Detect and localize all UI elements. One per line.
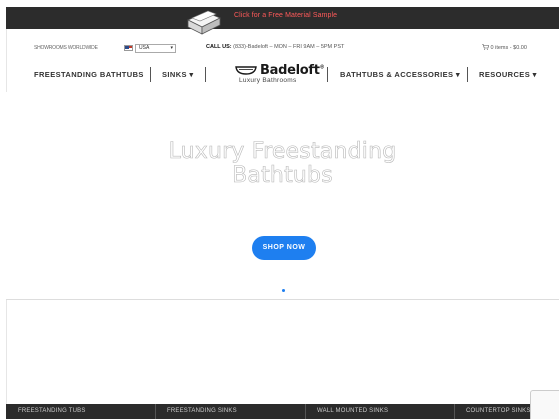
logo-registered: ® <box>319 64 325 71</box>
shop-now-button[interactable]: SHOP NOW <box>252 236 316 260</box>
nav-divider <box>467 67 468 82</box>
call-us-text: CALL US: (833)-Badeloft – MON – FRI 9AM … <box>206 44 344 50</box>
nav-divider <box>150 67 151 82</box>
nav-sinks[interactable]: SINKS ▾ <box>162 70 194 79</box>
recaptcha-badge[interactable] <box>530 390 559 419</box>
category-divider <box>305 404 306 419</box>
chevron-down-icon: ▾ <box>170 45 173 51</box>
showrooms-link[interactable]: SHOWROOMS WORLDWIDE <box>34 45 98 51</box>
call-us-label: CALL US: <box>206 44 232 50</box>
tub-logo-icon <box>235 66 257 75</box>
badeloft-logo[interactable]: Badeloft® Luxury Bathrooms <box>232 61 325 89</box>
nav-freestanding-bathtubs[interactable]: FREESTANDING BATHTUBS <box>34 70 144 79</box>
material-sample-icon <box>187 10 221 35</box>
nav-resources[interactable]: RESOURCES ▾ <box>479 70 537 79</box>
hero-title-line1: Luxury Freestanding <box>168 139 397 164</box>
category-bar: FREESTANDING TUBS FREESTANDING SINKS WAL… <box>6 404 559 419</box>
section-divider <box>6 299 559 300</box>
hero-title: Luxury Freestanding Bathtubs <box>6 139 559 188</box>
nav-bathtubs-accessories[interactable]: BATHTUBS & ACCESSORIES ▾ <box>340 70 460 79</box>
promo-bar[interactable]: Click for a Free Material Sample <box>6 7 559 29</box>
cart-icon <box>482 44 489 50</box>
hero-title-line2: Bathtubs <box>232 163 333 188</box>
country-select[interactable]: USA ▾ <box>135 44 176 53</box>
main-nav: FREESTANDING BATHTUBS SINKS ▾ Badeloft® … <box>6 60 559 90</box>
cart-link[interactable]: 0 items - $0.00 <box>482 44 527 51</box>
country-select-value: USA <box>139 45 150 51</box>
category-wall-mounted-sinks[interactable]: WALL MOUNTED SINKS <box>317 408 388 414</box>
page: Click for a Free Material Sample SHOWROO… <box>0 0 559 419</box>
category-countertop-sinks[interactable]: COUNTERTOP SINKS <box>466 408 531 414</box>
logo-wordmark: Badeloft® <box>260 63 325 78</box>
utility-bar: SHOWROOMS WORLDWIDE USA ▾ CALL US: (833)… <box>6 38 559 56</box>
logo-subtitle: Luxury Bathrooms <box>239 77 297 84</box>
category-freestanding-tubs[interactable]: FREESTANDING TUBS <box>18 408 86 414</box>
promo-link[interactable]: Click for a Free Material Sample <box>234 12 337 19</box>
category-divider <box>454 404 455 419</box>
slider-dot-active[interactable] <box>282 289 285 292</box>
category-divider <box>155 404 156 419</box>
nav-divider <box>205 67 206 82</box>
us-flag-icon <box>124 45 133 51</box>
nav-divider <box>327 67 328 82</box>
category-freestanding-sinks[interactable]: FREESTANDING SINKS <box>167 408 237 414</box>
cart-summary: 0 items - $0.00 <box>490 45 527 51</box>
hero-banner: Luxury Freestanding Bathtubs SHOP NOW <box>6 92 559 300</box>
call-us-number[interactable]: (833)-Badeloft – MON – FRI 9AM – 5PM PST <box>232 44 344 50</box>
logo-name: Badeloft <box>260 63 320 78</box>
